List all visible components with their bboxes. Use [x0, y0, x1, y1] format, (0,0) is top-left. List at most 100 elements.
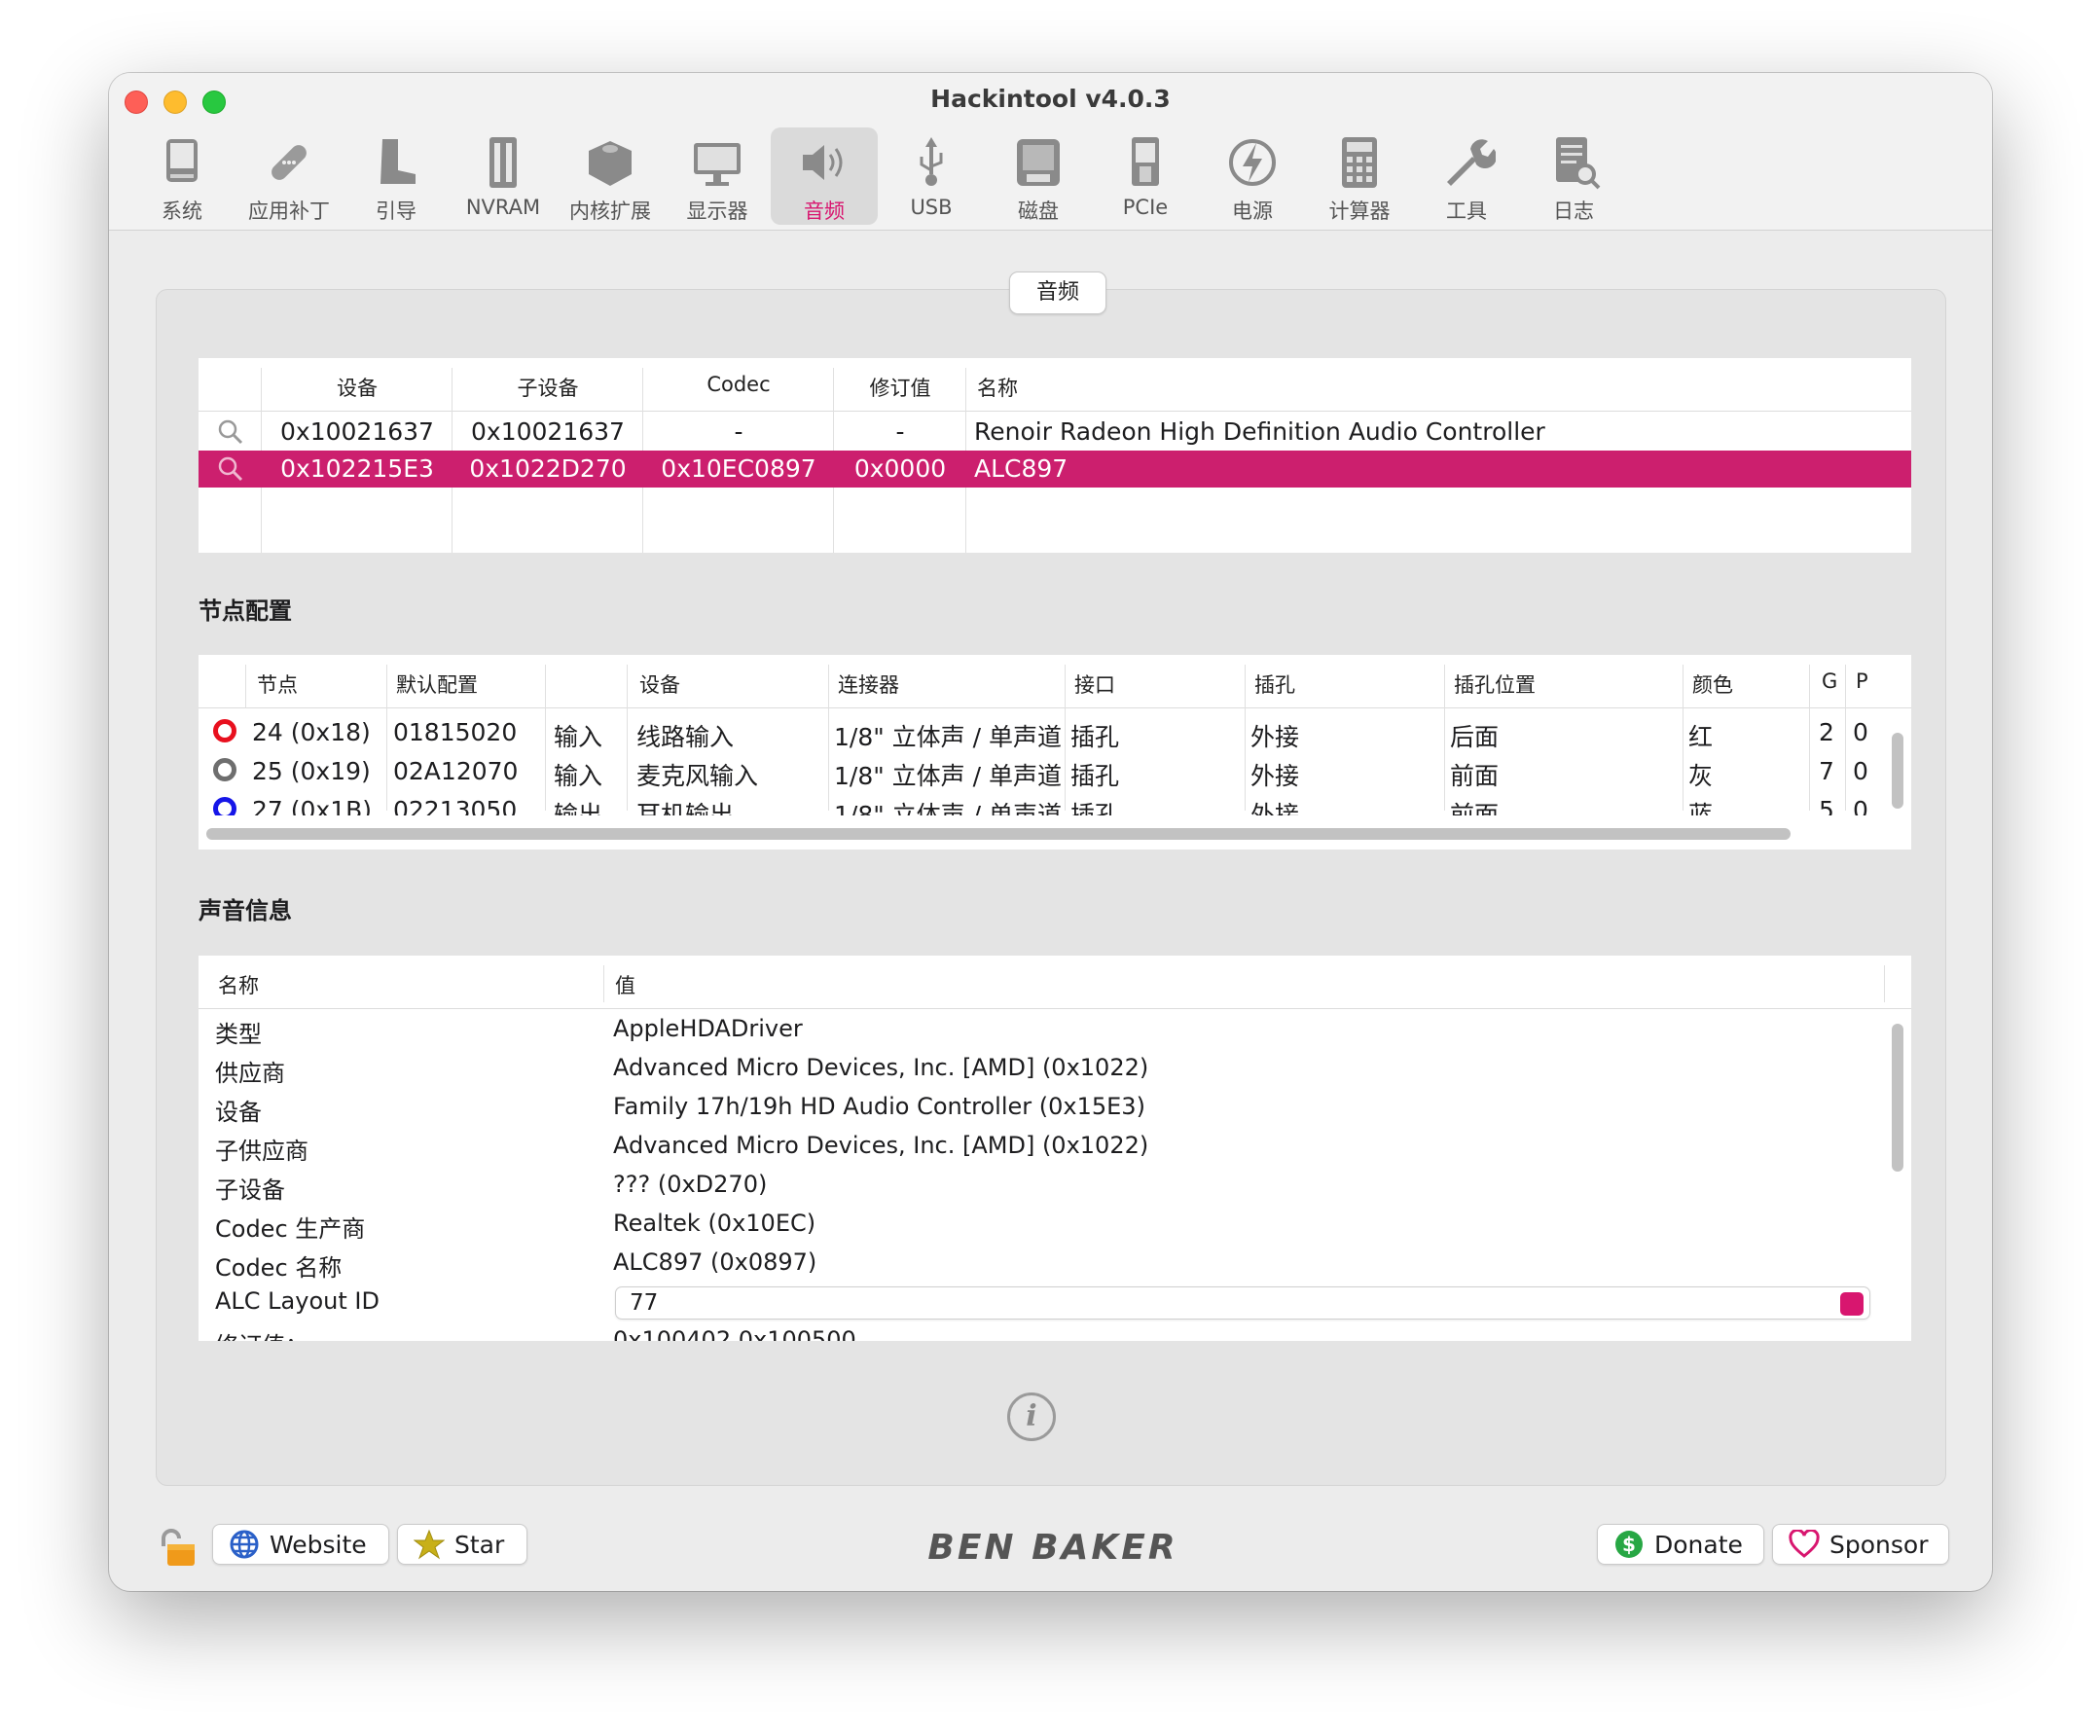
column-header-p[interactable]: P: [1856, 669, 1868, 693]
cell-g: 5: [1819, 796, 1834, 815]
cell-connector: 1/8" 立体声 / 单声道: [834, 762, 1062, 790]
cell-jack: 外接: [1250, 762, 1300, 790]
column-header-jack[interactable]: 插孔: [1254, 669, 1295, 699]
column-header-device[interactable]: 设备: [262, 373, 453, 402]
info-icon[interactable]: i: [1007, 1392, 1056, 1441]
info-row[interactable]: 类型 AppleHDADriver: [199, 1010, 1911, 1049]
toolbar-item-kext[interactable]: 内核扩展: [557, 127, 664, 225]
section-segment-label[interactable]: 音频: [1009, 271, 1106, 314]
table-row[interactable]: 25 (0x19) 02A12070 输入 麦克风输入 1/8" 立体声 / 单…: [199, 752, 1911, 791]
cell-codec: 0x10EC0897: [661, 454, 816, 483]
table-row[interactable]: 0x10021637 0x10021637 - - Renoir Radeon …: [199, 414, 1911, 451]
cell-connector: 1/8" 立体声 / 单声道: [834, 801, 1062, 815]
cell-device: 耳机输出: [636, 801, 735, 815]
table-row[interactable]: 24 (0x18) 01815020 输入 线路输入 1/8" 立体声 / 单声…: [199, 713, 1911, 752]
info-name: 子供应商: [215, 1138, 308, 1165]
table-row[interactable]: 27 (0x1B) 02213050 输出 耳机输出 1/8" 立体声 / 单声…: [199, 791, 1911, 815]
blue-jack-dot-icon: [213, 797, 236, 815]
toolbar-item-tools[interactable]: 工具: [1413, 127, 1520, 225]
chevron-down-icon[interactable]: [1840, 1292, 1864, 1316]
info-row[interactable]: 子供应商 Advanced Micro Devices, Inc. [AMD] …: [199, 1127, 1911, 1166]
column-header-g[interactable]: G: [1822, 669, 1837, 693]
info-row[interactable]: 子设备 ??? (0xD270): [199, 1166, 1911, 1205]
star-button[interactable]: Star: [397, 1524, 527, 1565]
cell-port: 插孔: [1070, 723, 1120, 751]
table-row-selected[interactable]: 0x102215E3 0x1022D270 0x10EC0897 0x0000 …: [199, 451, 1911, 488]
info-row[interactable]: 供应商 Advanced Micro Devices, Inc. [AMD] (…: [199, 1049, 1911, 1088]
cell-device: 0x10021637: [280, 417, 434, 446]
column-header-connector[interactable]: 连接器: [838, 669, 899, 699]
toolbar-item-nvram[interactable]: NVRAM: [450, 127, 557, 225]
cell-subdevice: 0x1022D270: [469, 454, 627, 483]
table-header: 名称 值: [199, 956, 1911, 1009]
sound-info-table: 名称 值 类型 AppleHDADriver 供应商 Advanced Micr…: [199, 956, 1911, 1341]
column-header-device[interactable]: 设备: [639, 669, 680, 699]
column-header-name[interactable]: 名称: [977, 373, 1366, 402]
info-row[interactable]: 修订值： 0x100402 0x100500: [199, 1321, 1911, 1341]
gray-jack-dot-icon: [213, 758, 236, 781]
node-config-title: 节点配置: [199, 597, 292, 625]
toolbar-label: NVRAM: [465, 196, 541, 219]
alc-layout-id-combobox[interactable]: 77: [615, 1286, 1870, 1320]
column-header-color[interactable]: 颜色: [1692, 669, 1733, 699]
cell-location: 前面: [1450, 801, 1500, 815]
disk-icon: [1017, 139, 1060, 186]
search-icon[interactable]: [216, 454, 245, 484]
column-header-port[interactable]: 接口: [1074, 669, 1115, 699]
toolbar-label: 日志: [1553, 199, 1594, 223]
toolbar-item-disk[interactable]: 磁盘: [985, 127, 1092, 225]
vertical-scrollbar[interactable]: [1892, 733, 1903, 809]
toolbar-label: 显示器: [686, 199, 748, 223]
toolbar-item-display[interactable]: 显示器: [664, 127, 771, 225]
toolbar-label: 工具: [1446, 199, 1487, 223]
system-icon: [166, 139, 198, 182]
cell-color: 蓝: [1688, 801, 1714, 815]
display-icon: [694, 143, 741, 186]
toolbar-item-boot[interactable]: 引导: [343, 127, 450, 225]
search-icon[interactable]: [216, 417, 245, 447]
cell-node: 27 (0x1B): [252, 796, 373, 815]
toolbar-item-system[interactable]: 系统: [128, 127, 235, 225]
vertical-scrollbar[interactable]: [1892, 1024, 1903, 1172]
info-value: ALC897 (0x0897): [613, 1248, 817, 1276]
toolbar-item-audio[interactable]: 音频: [771, 127, 878, 225]
audio-devices-table: 设备 子设备 Codec 修订值 名称 0x10021637 0x1002163…: [199, 358, 1911, 553]
window-title: Hackintool v4.0.3: [930, 85, 1171, 113]
info-row[interactable]: Codec 名称 ALC897 (0x0897): [199, 1244, 1911, 1283]
info-name: 类型: [215, 1021, 262, 1048]
column-header-node[interactable]: 节点: [257, 669, 298, 699]
toolbar-item-calculator[interactable]: 计算器: [1306, 127, 1413, 225]
column-header-location[interactable]: 插孔位置: [1454, 669, 1536, 699]
pcie-icon: [1132, 137, 1159, 186]
cell-color: 红: [1688, 723, 1714, 751]
usb-icon: [920, 137, 943, 186]
sponsor-button[interactable]: Sponsor: [1772, 1524, 1949, 1565]
toolbar-label: 电源: [1232, 199, 1273, 223]
info-row[interactable]: Codec 生产商 Realtek (0x10EC): [199, 1205, 1911, 1244]
toolbar-item-log[interactable]: 日志: [1520, 127, 1627, 225]
toolbar-item-usb[interactable]: USB: [878, 127, 985, 225]
donate-button[interactable]: $ Donate: [1597, 1524, 1764, 1565]
toolbar-item-power[interactable]: 电源: [1199, 127, 1306, 225]
info-row[interactable]: 设备 Family 17h/19h HD Audio Controller (0…: [199, 1088, 1911, 1127]
table-header: 节点 默认配置 设备 连接器 接口 插孔 插孔位置 颜色 G P: [199, 655, 1911, 708]
cell-p: 0: [1853, 796, 1868, 815]
cell-direction: 输入: [554, 762, 603, 790]
svg-text:$: $: [1622, 1533, 1636, 1556]
toolbar-item-patch[interactable]: 应用补丁: [235, 127, 343, 225]
column-header-default-config[interactable]: 默认配置: [396, 669, 478, 699]
alc-layout-id-value: 77: [630, 1290, 659, 1316]
toolbar-label: 计算器: [1328, 199, 1391, 223]
column-header-revision[interactable]: 修订值: [834, 373, 966, 402]
website-button[interactable]: Website: [212, 1524, 389, 1565]
horizontal-scrollbar[interactable]: [206, 828, 1791, 840]
column-header-value[interactable]: 值: [615, 970, 635, 999]
info-value: Family 17h/19h HD Audio Controller (0x15…: [613, 1093, 1145, 1120]
cell-device: 线路输入: [636, 723, 735, 751]
column-header-subdevice[interactable]: 子设备: [453, 373, 643, 402]
unlock-padlock-icon[interactable]: [158, 1527, 200, 1570]
toolbar-item-pcie[interactable]: PCIe: [1092, 127, 1199, 225]
column-header-name[interactable]: 名称: [218, 970, 259, 999]
column-header-codec[interactable]: Codec: [643, 373, 834, 396]
boot-icon: [380, 139, 416, 184]
